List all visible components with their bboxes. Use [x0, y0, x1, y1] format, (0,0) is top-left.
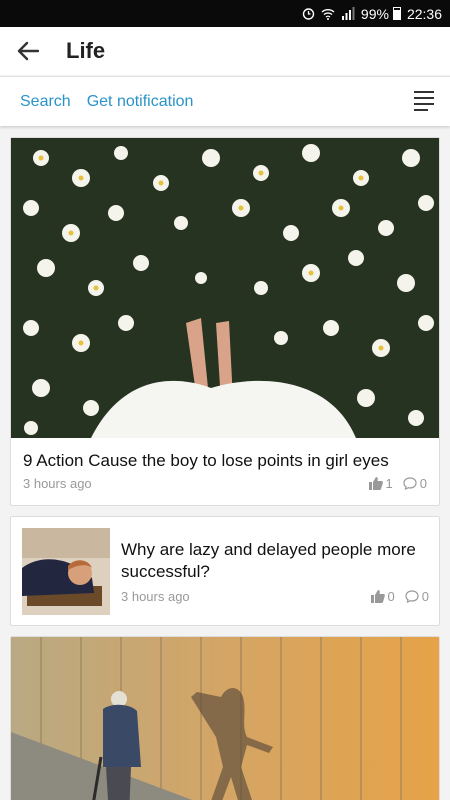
- article-card[interactable]: [10, 636, 440, 800]
- article-card[interactable]: Why are lazy and delayed people more suc…: [10, 516, 440, 626]
- page-title: Life: [66, 38, 106, 63]
- article-thumbnail: [22, 528, 110, 615]
- article-title: Why are lazy and delayed people more suc…: [121, 540, 416, 581]
- action-bar: Search Get notification: [0, 76, 450, 126]
- comment-icon[interactable]: [405, 590, 419, 603]
- alarm-icon: [302, 7, 315, 20]
- search-link[interactable]: Search: [20, 93, 71, 111]
- article-image-shadow: [11, 637, 439, 800]
- back-button[interactable]: [0, 27, 56, 75]
- article-title: 9 Action Cause the boy to lose points in…: [23, 451, 389, 470]
- menu-icon[interactable]: [414, 91, 434, 111]
- like-count: 1: [385, 476, 393, 491]
- arrow-left-icon: [17, 41, 39, 61]
- app-bar: Life: [0, 27, 450, 75]
- signal-icon: [341, 7, 355, 20]
- article-stats: 1 0: [368, 476, 427, 491]
- article-card[interactable]: 9 Action Cause the boy to lose points in…: [10, 137, 440, 506]
- status-bar: 99% 22:36: [0, 0, 450, 27]
- article-meta: 3 hours ago 1 0: [11, 472, 439, 491]
- clock: 22:36: [406, 5, 442, 22]
- article-image-daisies: [11, 138, 439, 438]
- thumbs-up-icon[interactable]: [370, 590, 385, 603]
- battery-icon: [392, 7, 401, 20]
- comment-icon[interactable]: [403, 477, 417, 490]
- thumbs-up-icon[interactable]: [368, 477, 383, 490]
- comment-count: 0: [419, 476, 427, 491]
- wifi-icon: [321, 7, 335, 20]
- battery-percent: 99%: [360, 5, 389, 22]
- article-time: 3 hours ago: [121, 589, 190, 604]
- comment-count: 0: [421, 589, 429, 604]
- article-time: 3 hours ago: [23, 476, 92, 491]
- article-meta: 3 hours ago 0 0: [121, 583, 429, 604]
- get-notification-link[interactable]: Get notification: [87, 93, 194, 111]
- like-count: 0: [387, 589, 395, 604]
- article-stats: 0 0: [370, 589, 429, 604]
